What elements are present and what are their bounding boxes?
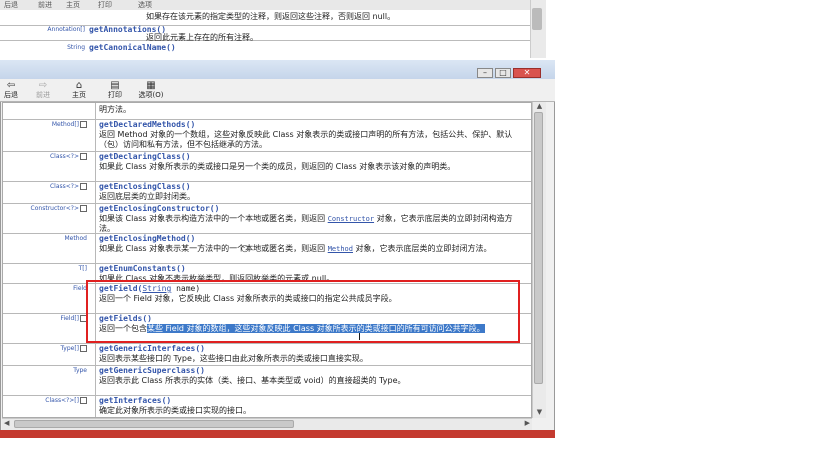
highlight-box <box>86 280 520 343</box>
method-link[interactable]: Method <box>328 245 353 253</box>
horizontal-scrollbar-thumb[interactable] <box>14 420 294 428</box>
table-row: Constructor<?> getEnclosingConstructor()… <box>3 203 531 234</box>
row-method-name[interactable]: getEnclosingMethod() <box>99 234 195 243</box>
column-divider <box>95 365 96 395</box>
column-divider <box>95 233 96 263</box>
forward-button[interactable]: ⇨ 前进 <box>32 80 54 99</box>
row-method-name[interactable]: getEnclosingConstructor() <box>99 204 219 213</box>
mouse-pointer-icon: ○ <box>241 244 249 254</box>
bg-table-row: Annotation[] getAnnotations() 返回此元素上存在的所… <box>0 25 530 42</box>
checkbox-icon <box>80 397 87 404</box>
row-description: 返回表示此 Class 所表示的实体（类、接口、基本类型或 void）的直接超类… <box>99 376 406 385</box>
column-divider <box>95 151 96 181</box>
home-icon: ⌂ <box>75 80 83 91</box>
bg-row-desc: 如果存在该元素的指定类型的注释，则返回这些注释，否则返回 null。 <box>146 12 396 21</box>
row-method-name[interactable]: getGenericSuperclass() <box>99 366 205 375</box>
row-method-name[interactable]: getEnclosingClass() <box>99 182 191 191</box>
row-return-type[interactable]: Method[] <box>3 119 87 128</box>
bg-forward-button[interactable]: 前进 <box>38 0 52 10</box>
home-label: 主页 <box>72 91 86 99</box>
row-method-name[interactable]: getEnumConstants() <box>99 264 186 273</box>
row-method-name[interactable]: getGenericInterfaces() <box>99 344 205 353</box>
row-return-type[interactable]: Field[] <box>3 313 87 322</box>
row-return-type[interactable]: Method <box>3 233 87 242</box>
scroll-up-icon[interactable]: ▲ <box>533 102 546 112</box>
checkbox-icon <box>80 345 87 352</box>
row-return-type[interactable]: Type[] <box>3 343 87 352</box>
row-description: 明方法。 <box>99 105 131 114</box>
text-cursor-icon: I <box>358 332 361 343</box>
row-return-type[interactable]: Class<?> <box>3 181 87 190</box>
bg-scrollbar-thumb[interactable] <box>532 8 542 30</box>
options-button[interactable]: ▦ 选项(O) <box>136 80 166 99</box>
table-row: Type[] getGenericInterfaces() 返回表示某些接口的 … <box>3 343 531 366</box>
row-return-type[interactable]: Constructor<?> <box>3 203 87 212</box>
bg-row-type[interactable]: String <box>0 44 85 51</box>
column-divider <box>95 203 96 233</box>
table-row: Class<?> getDeclaringClass() 如果此 Class 对… <box>3 151 531 182</box>
options-label: 选项(O) <box>138 91 164 99</box>
background-content: 如果存在该元素的指定类型的注释，则返回这些注释，否则返回 null。 Annot… <box>0 10 530 58</box>
scroll-right-icon[interactable]: ▶ <box>525 419 530 427</box>
checkbox-icon <box>80 121 87 128</box>
row-return-type[interactable]: Class<?> <box>3 151 87 160</box>
back-label: 后退 <box>4 91 18 99</box>
forward-label: 前进 <box>36 91 50 99</box>
taskbar <box>0 430 555 438</box>
scroll-down-icon[interactable]: ▼ <box>533 408 546 418</box>
table-row: Type getGenericSuperclass() 返回表示此 Class … <box>3 365 531 396</box>
column-divider <box>95 119 96 151</box>
row-description: 返回 Method 对象的一个数组，这些对象反映此 Class 对象表示的类或接… <box>99 130 513 149</box>
title-bar[interactable] <box>0 60 555 80</box>
bg-table-row: 如果存在该元素的指定类型的注释，则返回这些注释，否则返回 null。 <box>0 10 530 26</box>
bg-row-type[interactable]: Annotation[] <box>0 26 85 33</box>
bg-options-button[interactable]: 选项 <box>138 0 152 10</box>
row-description: 确定此对象所表示的类或接口实现的接口。 <box>99 406 251 415</box>
table-row: Method getEnclosingMethod() 如果此 Class 对象… <box>3 233 531 264</box>
row-method-name[interactable]: getDeclaredMethods() <box>99 120 195 129</box>
row-description: 如果此 Class 对象所表示的类或接口是另一个类的成员，则返回的 Class … <box>99 162 456 171</box>
row-description: 如果该 Class 对象表示构造方法中的一个本地或匿名类，则返回 Constru… <box>99 214 513 233</box>
row-method-name[interactable]: getDeclaringClass() <box>99 152 191 161</box>
row-description: 如果此 Class 对象表示某一方法中的一个本地或匿名类，则返回 Method … <box>99 244 492 253</box>
vertical-scrollbar-thumb[interactable] <box>534 112 543 384</box>
back-arrow-icon: ⇦ <box>6 80 16 91</box>
print-icon: ▤ <box>110 80 120 91</box>
column-divider <box>95 343 96 365</box>
forward-arrow-icon: ⇨ <box>38 80 48 91</box>
bg-home-button[interactable]: 主页 <box>66 0 80 10</box>
table-row: Class<?> getEnclosingClass() 返回底层类的立即封闭类… <box>3 181 531 204</box>
bg-back-button[interactable]: 后退 <box>4 0 18 10</box>
table-row: 明方法。 <box>3 103 531 120</box>
back-button[interactable]: ⇦ 后退 <box>0 80 22 99</box>
scroll-left-icon[interactable]: ◀ <box>4 419 9 427</box>
checkbox-icon <box>80 183 87 190</box>
column-divider <box>95 103 96 119</box>
method-summary-table: 明方法。 Method[] getDeclaredMethods() 返回 Me… <box>2 102 532 418</box>
row-return-type[interactable]: Class<?>[] <box>3 395 87 404</box>
print-button[interactable]: ▤ 打印 <box>104 80 126 99</box>
row-return-type[interactable]: Field <box>3 283 87 292</box>
row-return-type[interactable]: T[] <box>3 263 87 272</box>
row-description: 返回表示某些接口的 Type，这些接口由此对象所表示的类或接口直接实现。 <box>99 354 368 363</box>
options-icon: ▦ <box>146 80 156 91</box>
print-label: 打印 <box>108 91 122 99</box>
column-divider <box>95 395 96 417</box>
maximize-button[interactable]: □ <box>495 68 511 78</box>
bg-table-row: String getCanonicalName() <box>0 40 530 55</box>
checkbox-icon <box>80 205 87 212</box>
minimize-button[interactable]: – <box>477 68 493 78</box>
checkbox-icon <box>80 153 87 160</box>
home-button[interactable]: ⌂ 主页 <box>68 80 90 99</box>
row-return-type[interactable]: Type <box>3 365 87 374</box>
row-method-name[interactable]: getInterfaces() <box>99 396 171 405</box>
bg-print-button[interactable]: 打印 <box>98 0 112 10</box>
table-row: Class<?>[] getInterfaces() 确定此对象所表示的类或接口… <box>3 395 531 417</box>
column-divider <box>95 181 96 203</box>
close-button[interactable]: ✕ <box>513 68 541 78</box>
row-description: 返回底层类的立即封闭类。 <box>99 192 195 201</box>
table-row: Method[] getDeclaredMethods() 返回 Method … <box>3 119 531 152</box>
constructor-link[interactable]: Constructor <box>328 215 374 223</box>
bg-row-method[interactable]: getCanonicalName() <box>89 43 176 52</box>
